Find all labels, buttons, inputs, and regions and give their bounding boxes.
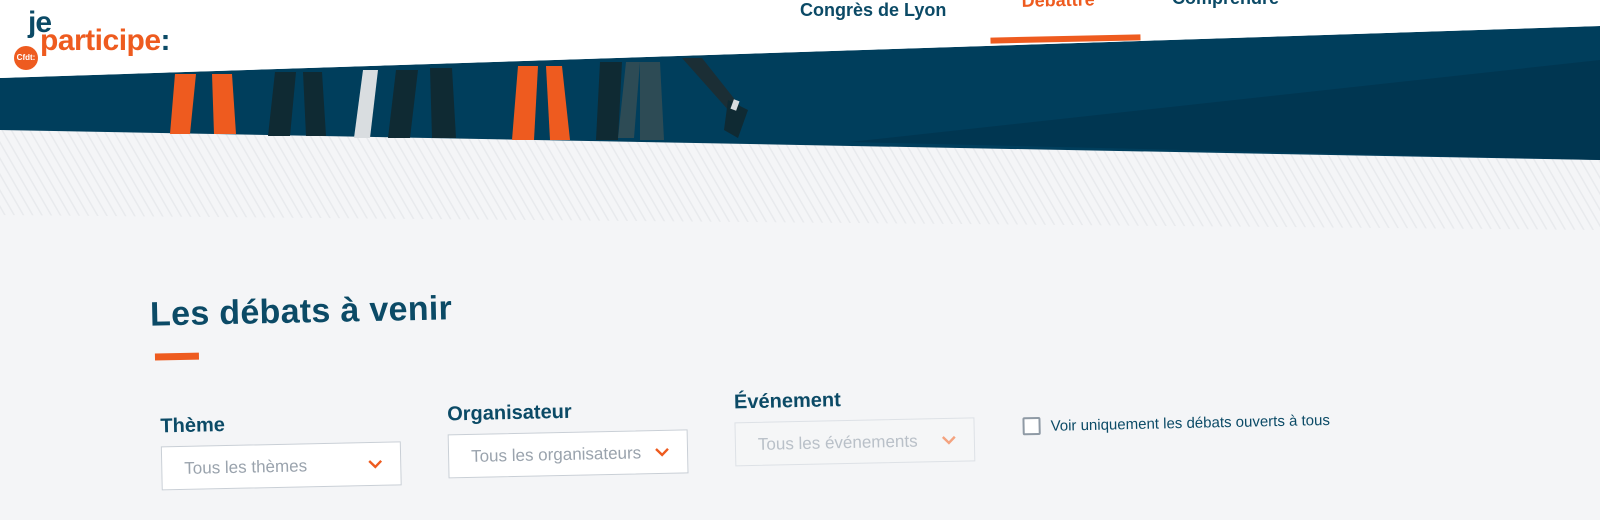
open-debates-checkbox[interactable]: Voir uniquement les débats ouverts à tou… [1022, 411, 1331, 436]
page-title: Les débats à venir [149, 289, 453, 334]
title-underline [154, 352, 200, 361]
filter-evenement: Événement Tous les événements [733, 386, 978, 467]
debates-section: Les débats à venir Thème Tous les thèmes… [0, 0, 1600, 520]
chevron-down-icon [368, 459, 383, 469]
organisateur-select-value: Tous les organisateurs [470, 443, 642, 466]
filter-theme: Thème Tous les thèmes [160, 410, 404, 491]
evenement-select-value: Tous les événements [757, 431, 918, 454]
filter-evenement-label: Événement [733, 389, 841, 414]
organisateur-select[interactable]: Tous les organisateurs [447, 429, 689, 479]
filter-organisateur-label: Organisateur [446, 400, 572, 426]
filter-organisateur: Organisateur Tous les organisateurs [446, 398, 691, 479]
theme-select[interactable]: Tous les thèmes [160, 441, 402, 491]
theme-select-value: Tous les thèmes [184, 456, 308, 478]
open-debates-checkbox-label: Voir uniquement les débats ouverts à tou… [1050, 411, 1331, 435]
checkbox-icon[interactable] [1022, 416, 1041, 436]
filter-theme-label: Thème [160, 414, 226, 438]
evenement-select[interactable]: Tous les événements [734, 417, 976, 467]
chevron-down-icon [941, 435, 956, 445]
chevron-down-icon [655, 447, 669, 457]
